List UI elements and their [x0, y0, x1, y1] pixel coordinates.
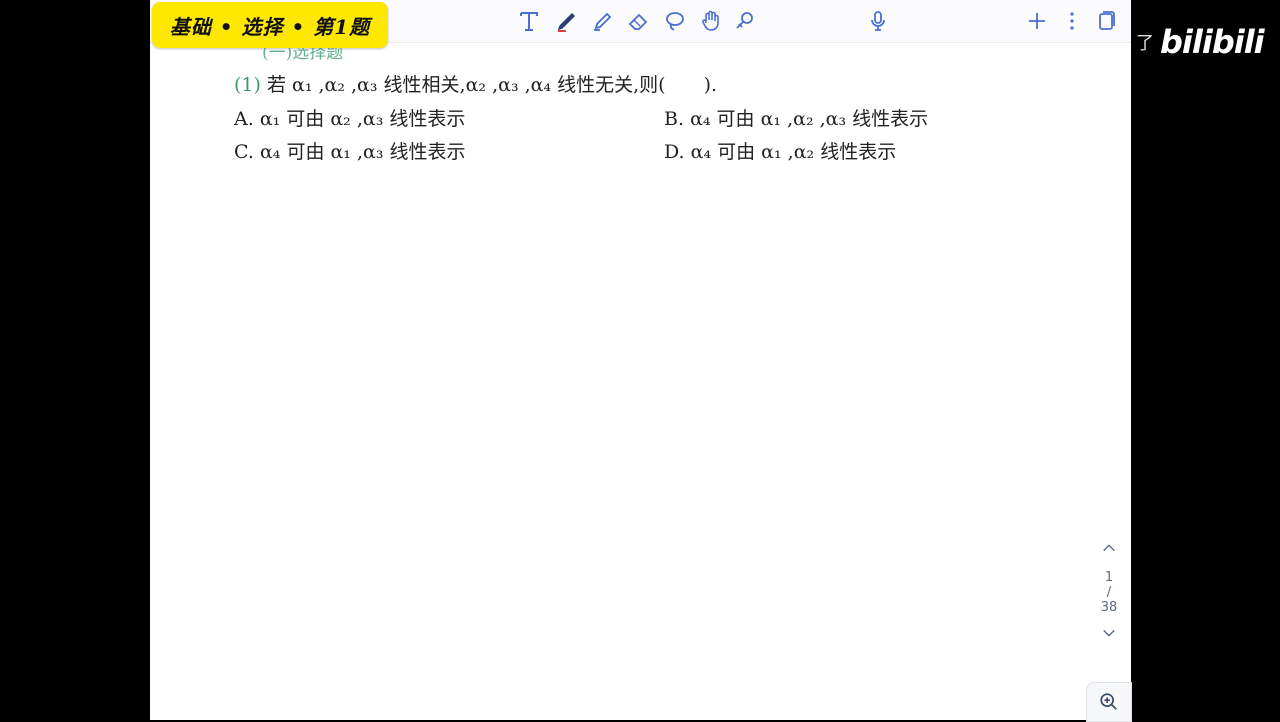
- option-label: D.: [664, 141, 685, 163]
- current-page: 1: [1104, 570, 1114, 585]
- option-text: α₁ 可由 α₂ ,α₃ 线性表示: [259, 108, 466, 130]
- option-a: A. α₁ 可由 α₂ ,α₃ 线性表示: [234, 104, 465, 131]
- zoom-button[interactable]: [1086, 682, 1132, 722]
- lasso-tool-icon[interactable]: [662, 8, 688, 34]
- bilibili-logo: bilibili: [1160, 23, 1265, 61]
- hand-tool-icon[interactable]: [698, 8, 724, 34]
- watermark-prefix: 了: [1136, 33, 1154, 54]
- option-text: α₄ 可由 α₁ ,α₂ 线性表示: [690, 141, 897, 163]
- add-icon[interactable]: [1024, 8, 1050, 34]
- question-number: (1): [234, 74, 261, 96]
- text-tool-icon[interactable]: [516, 8, 542, 34]
- zoom-in-icon: [1100, 693, 1117, 710]
- shape-tool-icon[interactable]: [732, 8, 758, 34]
- document-page: 基础 • 选择 • 第1题 (一)选择题 (1) 若 α₁ ,α₂ ,α₃ 线性…: [150, 0, 1132, 722]
- option-c: C. α₄ 可由 α₁ ,α₃ 线性表示: [234, 137, 466, 164]
- option-label: A.: [234, 108, 254, 130]
- page-separator: /: [1106, 585, 1112, 600]
- page-down-icon[interactable]: [1096, 625, 1122, 643]
- option-b: B. α₄ 可由 α₁ ,α₂ ,α₃ 线性表示: [664, 104, 928, 131]
- pen-tool-icon[interactable]: [554, 8, 580, 34]
- question-text: 若 α₁ ,α₂ ,α₃ 线性相关,α₂ ,α₃ ,α₄ 线性无关,则( ).: [266, 74, 718, 96]
- option-label: B.: [664, 108, 685, 130]
- eraser-tool-icon[interactable]: [626, 8, 652, 34]
- title-badge: 基础 • 选择 • 第1题: [152, 2, 388, 48]
- pages-icon[interactable]: [1093, 8, 1119, 34]
- page-indicator: 1 / 38: [1096, 540, 1122, 643]
- option-text: α₄ 可由 α₁ ,α₃ 线性表示: [259, 141, 466, 163]
- highlighter-tool-icon[interactable]: [590, 8, 616, 34]
- bilibili-watermark: 了 bilibili: [1136, 22, 1280, 62]
- option-d: D. α₄ 可由 α₁ ,α₂ 线性表示: [664, 137, 896, 164]
- more-icon[interactable]: [1059, 8, 1085, 34]
- question-stem: (1) 若 α₁ ,α₂ ,α₃ 线性相关,α₂ ,α₃ ,α₄ 线性无关,则(…: [234, 70, 717, 97]
- microphone-icon[interactable]: [865, 8, 891, 34]
- total-pages: 38: [1100, 600, 1118, 615]
- option-label: C.: [234, 141, 254, 163]
- page-up-icon[interactable]: [1096, 540, 1122, 558]
- option-text: α₄ 可由 α₁ ,α₂ ,α₃ 线性表示: [690, 108, 929, 130]
